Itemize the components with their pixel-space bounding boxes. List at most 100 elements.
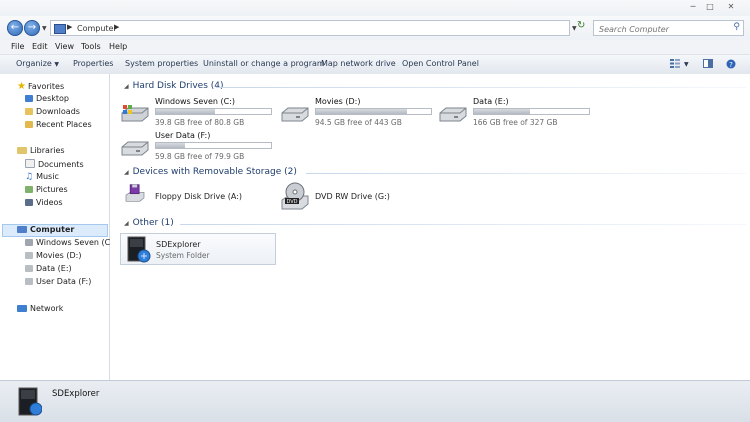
details-pane: SDExplorer [0, 380, 750, 422]
breadcrumb-separator-icon[interactable]: ▶ [67, 23, 72, 31]
hard-drive-icon [439, 107, 467, 122]
preview-pane-icon[interactable] [703, 59, 713, 68]
hard-drive-icon [121, 141, 149, 156]
menu-bar: File Edit View Tools Help [0, 40, 750, 54]
drive-name: Movies (D:) [315, 97, 361, 106]
hard-drive-icon [25, 239, 33, 246]
organize-button[interactable]: Organize ▼ [16, 59, 59, 68]
explorer-window: ─ □ ✕ ← → ▼ ▶ Computer ▶ ▼ ↻ ⚲ File Edit… [0, 0, 750, 422]
menu-view[interactable]: View [55, 42, 74, 51]
network-icon [17, 305, 27, 312]
recent-pages-dropdown[interactable]: ▼ [42, 25, 47, 32]
menu-tools[interactable]: Tools [81, 42, 101, 51]
group-header-hdd[interactable]: ◢ Hard Disk Drives (4) [124, 81, 224, 91]
nav-item-documents[interactable]: Documents [25, 159, 84, 169]
group-divider [180, 224, 746, 225]
search-icon[interactable]: ⚲ [733, 22, 740, 32]
nav-network[interactable]: Network [17, 304, 63, 313]
search-box[interactable]: ⚲ [593, 20, 744, 37]
sdexplorer-tile[interactable]: SDExplorer System Folder [120, 233, 276, 265]
nav-item-label: Downloads [36, 107, 80, 116]
libraries-icon [17, 147, 27, 154]
drive-tile[interactable]: Windows Seven (C:) 39.8 GB free of 80.8 … [120, 97, 280, 131]
desktop-icon [25, 95, 33, 102]
system-properties-button[interactable]: System properties [125, 59, 198, 68]
hard-drive-icon [281, 107, 309, 122]
drive-usage-bar [473, 108, 590, 115]
nav-libraries[interactable]: Libraries [17, 146, 65, 155]
nav-item-label: Pictures [36, 185, 68, 194]
videos-icon [25, 199, 33, 206]
title-bar: ─ □ ✕ [0, 0, 750, 16]
organize-label: Organize [16, 59, 52, 68]
help-icon[interactable]: ? [726, 59, 736, 69]
nav-item-desktop[interactable]: Desktop [25, 94, 69, 103]
menu-help[interactable]: Help [109, 42, 127, 51]
open-control-panel-button[interactable]: Open Control Panel [402, 59, 479, 68]
nav-item-drive-d[interactable]: Movies (D:) [25, 251, 81, 260]
menu-edit[interactable]: Edit [32, 42, 48, 51]
removable-tile-floppy[interactable]: Floppy Disk Drive (A:) [120, 182, 260, 212]
forward-button[interactable]: → [24, 20, 40, 36]
sdexplorer-icon [18, 387, 42, 416]
nav-item-pictures[interactable]: Pictures [25, 185, 68, 194]
drive-tile[interactable]: User Data (F:) 59.8 GB free of 79.9 GB [120, 131, 280, 165]
nav-item-downloads[interactable]: Downloads [25, 107, 80, 116]
nav-item-recent-places[interactable]: Recent Places [25, 120, 92, 129]
map-network-drive-button[interactable]: Map network drive [321, 59, 396, 68]
group-header-removable[interactable]: ◢ Devices with Removable Storage (2) [124, 167, 297, 177]
nav-item-label: Desktop [36, 94, 69, 103]
address-dropdown-icon[interactable]: ▼ [572, 25, 577, 32]
nav-item-label: Music [36, 172, 59, 181]
nav-item-label: Documents [38, 160, 84, 169]
drive-tile[interactable]: Movies (D:) 94.5 GB free of 443 GB [280, 97, 440, 131]
nav-favorites-label: Favorites [27, 82, 65, 91]
search-input[interactable] [597, 22, 729, 37]
computer-icon [17, 226, 27, 233]
address-bar[interactable]: ▶ Computer ▶ [50, 20, 570, 36]
change-view-icon[interactable] [670, 59, 680, 68]
hard-drive-icon [25, 252, 33, 259]
nav-favorites[interactable]: ★ Favorites [17, 81, 64, 92]
maximize-button[interactable]: □ [701, 1, 719, 13]
view-options-dropdown-icon[interactable]: ▼ [684, 61, 689, 68]
removable-name: Floppy Disk Drive (A:) [155, 192, 243, 201]
drive-tile[interactable]: Data (E:) 166 GB free of 327 GB [438, 97, 598, 131]
close-button[interactable]: ✕ [722, 1, 740, 13]
downloads-folder-icon [25, 108, 33, 115]
minimize-button[interactable]: ─ [684, 1, 702, 13]
back-button[interactable]: ← [7, 20, 23, 36]
group-divider [306, 173, 746, 174]
hard-drive-icon [25, 278, 33, 285]
nav-computer[interactable]: Computer [17, 225, 74, 234]
chevron-down-icon: ▼ [54, 61, 60, 68]
recent-places-icon [25, 121, 33, 128]
nav-item-drive-c[interactable]: Windows Seven (C:) [25, 238, 116, 247]
nav-item-label: Recent Places [36, 120, 92, 129]
svg-text:?: ? [729, 61, 733, 69]
drive-free-space: 59.8 GB free of 79.9 GB [155, 152, 245, 161]
breadcrumb-computer[interactable]: Computer [77, 24, 117, 33]
properties-button[interactable]: Properties [73, 59, 113, 68]
drive-usage-fill [156, 143, 185, 148]
refresh-icon[interactable]: ↻ [577, 20, 585, 31]
nav-item-drive-f[interactable]: User Data (F:) [25, 277, 91, 286]
uninstall-program-button[interactable]: Uninstall or change a program [203, 59, 325, 68]
nav-item-music[interactable]: ♫ Music [25, 172, 59, 182]
collapse-arrow-icon: ◢ [124, 83, 129, 90]
drive-free-space: 166 GB free of 327 GB [473, 118, 558, 127]
drive-free-space: 94.5 GB free of 443 GB [315, 118, 402, 127]
drive-usage-bar [155, 108, 272, 115]
nav-item-drive-e[interactable]: Data (E:) [25, 264, 72, 273]
breadcrumb-chevron-icon[interactable]: ▶ [114, 23, 119, 31]
nav-item-videos[interactable]: Videos [25, 198, 63, 207]
group-header-other[interactable]: ◢ Other (1) [124, 218, 174, 228]
nav-network-label: Network [30, 304, 64, 313]
pictures-icon [25, 186, 33, 193]
group-header-label: Devices with Removable Storage (2) [132, 167, 297, 177]
removable-tile-dvd[interactable]: DVD DVD RW Drive (G:) [280, 182, 420, 212]
star-icon: ★ [17, 81, 26, 92]
menu-file[interactable]: File [11, 42, 24, 51]
sdexplorer-name: SDExplorer [156, 240, 201, 249]
drive-name: User Data (F:) [155, 131, 211, 140]
